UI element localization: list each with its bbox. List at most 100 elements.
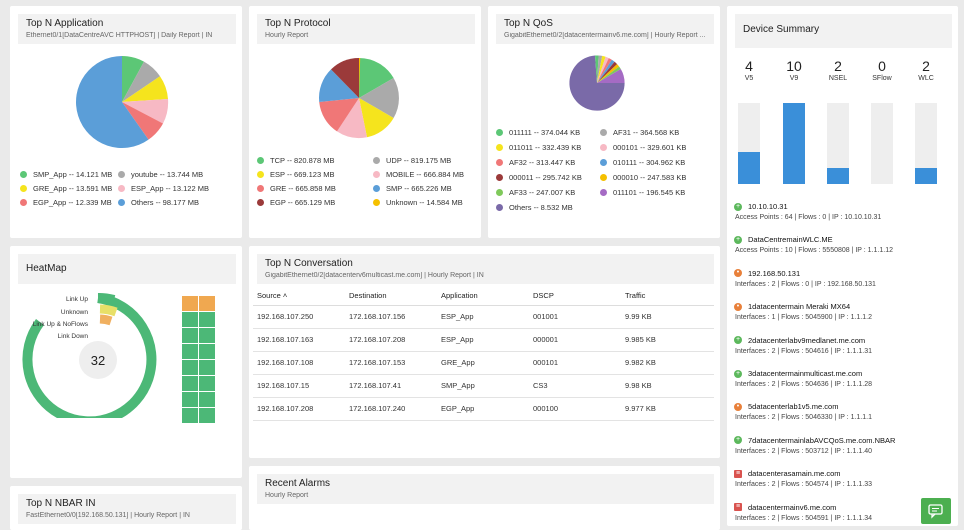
legend-swatch bbox=[20, 171, 27, 178]
table-row[interactable]: 192.168.107.163 172.168.107.208 ESP_App 000… bbox=[253, 328, 714, 352]
table-row[interactable]: 192.168.107.250 172.168.107.156 ESP_App 001… bbox=[253, 305, 714, 329]
legend-item[interactable]: AF33 -- 247.007 KB bbox=[496, 188, 600, 197]
heatmap-cell[interactable] bbox=[182, 360, 198, 375]
device-name[interactable]: 5datacenterlab1v5.me.com bbox=[748, 402, 838, 411]
device-list-item[interactable]: • 5datacenterlab1v5.me.com Interfaces : 2 … bbox=[734, 402, 944, 421]
legend-item[interactable]: youtube -- 13.744 MB bbox=[118, 170, 228, 179]
device-list-item[interactable]: +7datacentermainlabAVCQoS.me.com.NBAR Int… bbox=[734, 436, 944, 455]
legend-item[interactable]: SMP -- 665.226 MB bbox=[373, 184, 473, 193]
legend-swatch bbox=[496, 159, 503, 166]
heatmap-donut[interactable]: 32 Link Up Unknown Link Up & NoFlows Lin… bbox=[16, 288, 182, 418]
device-list-item[interactable]: ≡ datacentermainv6.me.com Interfaces : 2 |… bbox=[734, 503, 944, 522]
device-name[interactable]: 3datacentermainmulticast.me.com bbox=[748, 369, 862, 378]
legend-item[interactable]: 000101 -- 329.601 KB bbox=[600, 143, 710, 152]
device-list-item[interactable]: + DataCentremainWLC.ME Access Points : 10 … bbox=[734, 235, 944, 254]
heatmap-cell[interactable] bbox=[182, 376, 198, 391]
device-list-item[interactable]: +3datacentermainmulticast.me.com Interfac… bbox=[734, 369, 944, 388]
legend-item[interactable]: TCP -- 820.878 MB bbox=[257, 156, 373, 165]
heatmap-cell[interactable] bbox=[199, 392, 215, 407]
card-header: Top N Conversation GigabitEthernet0/2[da… bbox=[257, 254, 714, 284]
column-header-traffic[interactable]: Traffic bbox=[621, 286, 714, 306]
legend-item[interactable]: 011101 -- 196.545 KB bbox=[600, 188, 710, 197]
table-cell: 192.168.107.208 bbox=[253, 397, 345, 421]
device-name[interactable]: datacenterasamain.me.com bbox=[748, 469, 841, 478]
device-detail: Interfaces : 2 | Flows : 0 | IP : 192.16… bbox=[735, 280, 876, 288]
device-list-item[interactable]: +10.10.10.31 Access Points : 64 | Flows :… bbox=[734, 202, 944, 221]
card-title: Device Summary bbox=[743, 24, 820, 35]
qos-pie-chart[interactable] bbox=[568, 54, 626, 112]
device-name[interactable]: 1datacentermain Meraki MX64 bbox=[748, 302, 850, 311]
table-row[interactable]: 192.168.107.15 172.168.107.41 SMP_App CS3 9.… bbox=[253, 374, 714, 398]
heatmap-cell[interactable] bbox=[199, 296, 215, 311]
legend-item[interactable]: Others -- 8.532 MB bbox=[496, 203, 600, 212]
column-header-source[interactable]: Source ˄ bbox=[253, 286, 345, 306]
heatmap-cell[interactable] bbox=[199, 408, 215, 423]
legend-item[interactable]: Others -- 98.177 MB bbox=[118, 198, 228, 207]
application-pie-chart[interactable] bbox=[72, 54, 178, 150]
chat-button[interactable] bbox=[921, 498, 951, 524]
table-row[interactable]: 192.168.107.208 172.168.107.240 EGP_App 000… bbox=[253, 397, 714, 421]
legend-swatch bbox=[600, 144, 607, 151]
legend-item[interactable]: AF31 -- 364.568 KB bbox=[600, 128, 710, 137]
legend-item[interactable]: SMP_App -- 14.121 MB bbox=[20, 170, 118, 179]
recent-alarms-card: Recent Alarms Hourly Report bbox=[249, 466, 720, 530]
heatmap-cell[interactable] bbox=[182, 328, 198, 343]
device-list-item[interactable]: +2datacenterlabv9medlanet.me.com Interfac… bbox=[734, 336, 944, 355]
table-cell: SMP_App bbox=[437, 374, 529, 398]
legend-item[interactable]: EGP -- 665.129 MB bbox=[257, 198, 373, 207]
legend-item[interactable]: GRE_App -- 13.591 MB bbox=[20, 184, 118, 193]
legend-swatch bbox=[600, 159, 607, 166]
device-list-item[interactable]: • 1datacentermain Meraki MX64 Interfaces :… bbox=[734, 302, 944, 321]
legend-item[interactable]: UDP -- 819.175 MB bbox=[373, 156, 473, 165]
device-list-item[interactable]: ≡ datacenterasamain.me.com Interfaces : 2 … bbox=[734, 469, 944, 488]
stat-bar-v9 bbox=[783, 103, 805, 184]
table-row[interactable]: 192.168.107.108 172.168.107.153 GRE_App 000… bbox=[253, 351, 714, 375]
card-subtitle: Hourly Report bbox=[265, 32, 309, 39]
heatmap-cell[interactable] bbox=[182, 392, 198, 407]
device-list-item[interactable]: • 192.168.50.131 Interfaces : 2 | Flows : … bbox=[734, 269, 944, 288]
heatmap-card: HeatMap 32 Link Up Unknown Link Up & NoF… bbox=[10, 246, 242, 478]
device-name[interactable]: 2datacenterlabv9medlanet.me.com bbox=[748, 336, 865, 345]
legend-item[interactable]: EGP_App -- 12.339 MB bbox=[20, 198, 118, 207]
legend-item[interactable]: 011111 -- 374.044 KB bbox=[496, 128, 600, 137]
column-header-destination[interactable]: Destination bbox=[345, 286, 437, 306]
column-header-dscp[interactable]: DSCP bbox=[529, 286, 621, 306]
device-name[interactable]: 7datacentermainlabAVCQoS.me.com.NBAR bbox=[748, 436, 895, 445]
device-name[interactable]: 192.168.50.131 bbox=[748, 269, 800, 278]
card-header: Top N Protocol Hourly Report bbox=[257, 14, 475, 44]
heatmap-cell[interactable] bbox=[199, 312, 215, 327]
legend-item[interactable]: MOBILE -- 666.884 MB bbox=[373, 170, 473, 179]
heatmap-cell[interactable] bbox=[182, 296, 198, 311]
legend-swatch bbox=[496, 189, 503, 196]
stat-sflow[interactable]: 0 SFlow bbox=[867, 58, 897, 82]
stat-v9[interactable]: 10 V9 bbox=[779, 58, 809, 82]
card-title: HeatMap bbox=[26, 263, 67, 274]
device-name[interactable]: 10.10.10.31 bbox=[748, 202, 788, 211]
column-header-application[interactable]: Application bbox=[437, 286, 529, 306]
heatmap-cell[interactable] bbox=[199, 344, 215, 359]
legend-item[interactable]: 000010 -- 247.583 KB bbox=[600, 173, 710, 182]
heatmap-cell[interactable] bbox=[182, 408, 198, 423]
heatmap-cell[interactable] bbox=[182, 344, 198, 359]
legend-label: AF31 -- 364.568 KB bbox=[613, 128, 680, 137]
stat-nsel[interactable]: 2 NSEL bbox=[823, 58, 853, 82]
card-title: Top N Application bbox=[26, 18, 104, 29]
legend-item[interactable]: AF32 -- 313.447 KB bbox=[496, 158, 600, 167]
legend-item[interactable]: 011011 -- 332.439 KB bbox=[496, 143, 600, 152]
table-cell: 172.168.107.153 bbox=[345, 351, 437, 375]
protocol-pie-chart[interactable] bbox=[317, 56, 401, 140]
stat-v5[interactable]: 4 V5 bbox=[734, 58, 764, 82]
heatmap-cell[interactable] bbox=[199, 376, 215, 391]
legend-item[interactable]: 000011 -- 295.742 KB bbox=[496, 173, 600, 182]
legend-item[interactable]: ESP -- 669.123 MB bbox=[257, 170, 373, 179]
heatmap-cell[interactable] bbox=[199, 360, 215, 375]
legend-item[interactable]: Unknown -- 14.584 MB bbox=[373, 198, 473, 207]
legend-item[interactable]: 010111 -- 304.962 KB bbox=[600, 158, 710, 167]
heatmap-cell[interactable] bbox=[182, 312, 198, 327]
stat-wlc[interactable]: 2 WLC bbox=[911, 58, 941, 82]
device-name[interactable]: datacentermainv6.me.com bbox=[748, 503, 836, 512]
heatmap-cell[interactable] bbox=[199, 328, 215, 343]
legend-item[interactable]: GRE -- 665.858 MB bbox=[257, 184, 373, 193]
device-name[interactable]: DataCentremainWLC.ME bbox=[748, 235, 833, 244]
legend-item[interactable]: ESP_App -- 13.122 MB bbox=[118, 184, 228, 193]
